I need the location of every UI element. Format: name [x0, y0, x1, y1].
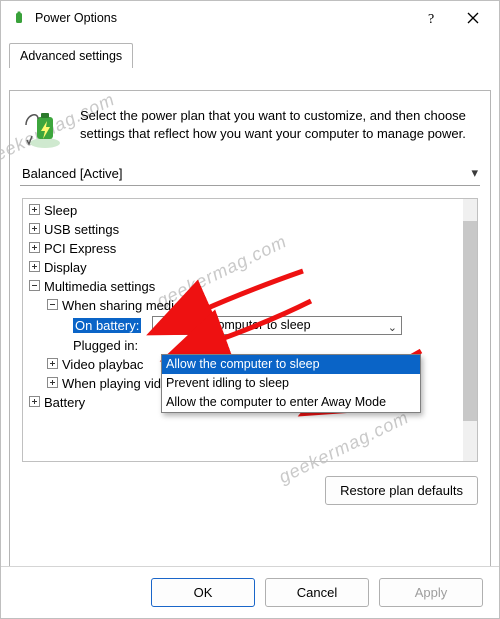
tree-node-plugged-in[interactable]: Plugged in: [25, 336, 463, 355]
intro-row: Select the power plan that you want to c… [24, 107, 476, 149]
scrollbar[interactable] [463, 199, 477, 461]
help-button[interactable]: ? [413, 4, 453, 32]
on-battery-dropdown[interactable]: Allow the computer to sleep Prevent idli… [161, 354, 421, 413]
tab-panel: Select the power plan that you want to c… [9, 90, 491, 582]
power-plan-icon [24, 107, 66, 149]
dropdown-option[interactable]: Allow the computer to sleep [162, 355, 420, 374]
plugged-in-label: Plugged in: [73, 336, 152, 355]
system-icon [11, 10, 27, 26]
tree-node-sharing[interactable]: When sharing media [25, 296, 463, 315]
svg-text:?: ? [428, 12, 434, 25]
dropdown-option[interactable]: Prevent idling to sleep [162, 374, 420, 393]
tree-node-on-battery[interactable]: On battery: Allow the computer to sleep … [25, 316, 463, 335]
close-button[interactable] [453, 4, 493, 32]
intro-text: Select the power plan that you want to c… [80, 107, 476, 149]
chevron-down-icon: ▾ [471, 165, 478, 181]
tree-node-multimedia[interactable]: Multimedia settings [25, 277, 463, 296]
on-battery-value: Allow the computer to sleep [157, 316, 311, 335]
tree-node-sleep[interactable]: Sleep [25, 201, 463, 220]
expand-icon[interactable] [29, 396, 40, 407]
expand-icon[interactable] [29, 242, 40, 253]
collapse-icon[interactable] [29, 280, 40, 291]
tab-area: Advanced settings Select the power plan … [1, 37, 499, 582]
power-options-window: geekermag.com geekermag.com geekermag.co… [0, 0, 500, 619]
ok-button[interactable]: OK [151, 578, 255, 607]
tree-node-pci[interactable]: PCI Express [25, 239, 463, 258]
restore-defaults-button[interactable]: Restore plan defaults [325, 476, 478, 505]
tree-node-usb[interactable]: USB settings [25, 220, 463, 239]
dropdown-option[interactable]: Allow the computer to enter Away Mode [162, 393, 420, 412]
window-title: Power Options [35, 11, 413, 25]
on-battery-label: On battery: [73, 318, 141, 333]
on-battery-combo[interactable]: Allow the computer to sleep ⌄ [152, 316, 402, 335]
dialog-button-bar: OK Cancel Apply [1, 566, 499, 618]
tree-node-display[interactable]: Display [25, 258, 463, 277]
expand-icon[interactable] [47, 377, 58, 388]
plan-selector[interactable]: Balanced [Active] ▾ [20, 163, 480, 186]
chevron-down-icon: ⌄ [388, 319, 397, 338]
apply-button[interactable]: Apply [379, 578, 483, 607]
cancel-button[interactable]: Cancel [265, 578, 369, 607]
title-bar: Power Options ? [1, 1, 499, 35]
expand-icon[interactable] [29, 261, 40, 272]
scrollbar-thumb[interactable] [463, 221, 477, 421]
tab-advanced-settings[interactable]: Advanced settings [9, 43, 133, 68]
settings-tree[interactable]: Sleep USB settings PCI Express Display M… [22, 198, 478, 462]
expand-icon[interactable] [29, 223, 40, 234]
collapse-icon[interactable] [47, 299, 58, 310]
plan-selected-label: Balanced [Active] [22, 166, 122, 181]
expand-icon[interactable] [47, 358, 58, 369]
expand-icon[interactable] [29, 204, 40, 215]
